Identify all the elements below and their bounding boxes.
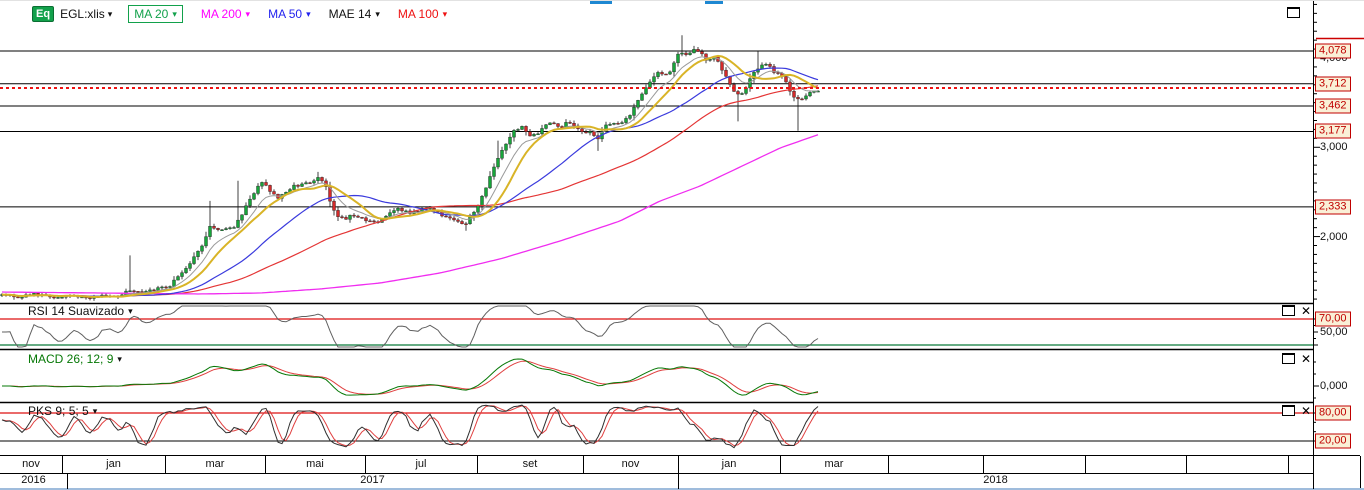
stoch-upper-label[interactable]: 80,00: [1315, 406, 1351, 421]
restore-window-icon[interactable]: [1287, 7, 1300, 18]
close-panel-icon[interactable]: ✕: [1301, 406, 1311, 416]
close-panel-icon[interactable]: ✕: [1301, 354, 1311, 364]
rsi-upper-label[interactable]: 70,00: [1315, 312, 1351, 327]
price-alert-label[interactable]: 3,177: [1315, 124, 1351, 139]
indicator-label: MAE 14: [329, 7, 372, 21]
price-axis-label: 3,000: [1320, 141, 1348, 153]
year-label: 2017: [67, 474, 678, 486]
price-axis-label: 2,000: [1320, 231, 1348, 243]
rsi-mid-label: 50,00: [1320, 326, 1348, 338]
symbol-selector[interactable]: EGL:xlis ▾: [60, 7, 112, 21]
equity-logo-icon: Eq: [32, 6, 54, 22]
chart-toolbar: Eq EGL:xlis ▾ MA 20▾MA 200▾MA 50▾MAE 14▾…: [32, 5, 447, 23]
macd-panel-title[interactable]: MACD 26; 12; 9: [28, 352, 113, 366]
chevron-down-icon: ▾: [246, 10, 251, 19]
month-label: jul: [365, 458, 477, 470]
chevron-down-icon: ▾: [375, 10, 380, 19]
tab-fragment: [705, 1, 723, 4]
indicator-ma-100[interactable]: MA 100 ▾: [398, 7, 447, 21]
year-label: 2018: [678, 474, 1313, 486]
month-label: mar: [165, 458, 265, 470]
chevron-down-icon[interactable]: ▾: [128, 307, 133, 316]
price-alert-label[interactable]: 3,712: [1315, 76, 1351, 91]
candlestick-series: [1, 35, 820, 301]
indicator-ma-50[interactable]: MA 50 ▾: [268, 7, 311, 21]
price-alert-label[interactable]: 4,078: [1315, 44, 1351, 59]
price-alert-label[interactable]: 2,333: [1315, 199, 1351, 214]
pks-panel-title[interactable]: PKS 9; 5; 5: [28, 404, 89, 418]
chevron-down-icon: ▾: [443, 10, 448, 19]
close-panel-icon[interactable]: ✕: [1301, 306, 1311, 316]
indicator-label: MA 200: [201, 7, 242, 21]
chevron-down-icon: ▾: [172, 10, 177, 19]
month-label: jan: [678, 458, 780, 470]
month-label: mar: [780, 458, 888, 470]
indicator-mae-14[interactable]: MAE 14▾: [329, 7, 380, 21]
restore-panel-icon[interactable]: [1282, 305, 1295, 316]
chevron-down-icon: ▾: [108, 10, 113, 19]
chevron-down-icon[interactable]: ▾: [93, 407, 98, 416]
restore-panel-icon[interactable]: [1282, 353, 1295, 364]
month-label: set: [477, 458, 583, 470]
stoch-lower-label[interactable]: 20,00: [1315, 434, 1351, 449]
tab-fragment: [590, 1, 612, 4]
month-label: jan: [62, 458, 165, 470]
year-label: 2016: [0, 474, 67, 486]
price-alert-label[interactable]: 3,462: [1315, 99, 1351, 114]
indicator-chip-list: MA 20▾MA 200▾MA 50▾MAE 14▾MA 100▾: [128, 5, 447, 23]
symbol-label: EGL:xlis: [60, 7, 105, 21]
moving-average-lines: [2, 56, 818, 297]
macd-series: [2, 359, 818, 395]
month-label: nov: [0, 458, 62, 470]
chevron-down-icon: ▾: [306, 10, 311, 19]
rsi-panel-title[interactable]: RSI 14 Suavizado: [28, 304, 124, 318]
month-label: nov: [583, 458, 678, 470]
month-label: mai: [265, 458, 365, 470]
indicator-label: MA 100: [398, 7, 439, 21]
macd-zero-label: 0,000: [1320, 380, 1348, 392]
chevron-down-icon[interactable]: ▾: [117, 355, 122, 364]
axis-ticks: [1313, 4, 1320, 441]
indicator-ma-20[interactable]: MA 20 ▾: [128, 5, 183, 23]
trading-chart-window: Eq EGL:xlis ▾ MA 20▾MA 200▾MA 50▾MAE 14▾…: [0, 0, 1364, 490]
indicator-label: MA 20: [134, 7, 168, 21]
indicator-label: MA 50: [268, 7, 302, 21]
indicator-ma-200[interactable]: MA 200 ▾: [201, 7, 250, 21]
restore-panel-icon[interactable]: [1282, 405, 1295, 416]
chart-canvas[interactable]: [0, 1, 1364, 490]
